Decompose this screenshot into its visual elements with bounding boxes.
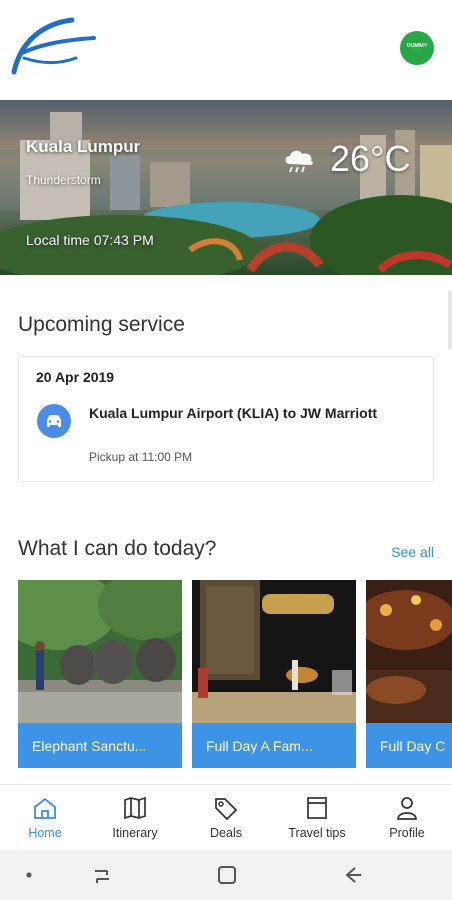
car-icon — [37, 404, 71, 438]
brand-logo — [11, 17, 96, 75]
system-navigation-bar — [0, 850, 452, 900]
upcoming-service-card[interactable]: 20 Apr 2019 Kuala Lumpur Airport (KLIA) … — [18, 356, 434, 482]
pickup-time: Pickup at 11:00 PM — [89, 450, 193, 464]
activity-card-fire-show[interactable]: Full Day A Fam... — [192, 580, 356, 768]
activity-label: Full Day C — [366, 723, 452, 768]
city-name: Kuala Lumpur — [26, 137, 141, 156]
activity-label: Full Day A Fam... — [192, 723, 356, 768]
dot-icon[interactable] — [16, 862, 42, 888]
scroll-indicator — [448, 290, 452, 350]
service-date: 20 Apr 2019 — [36, 369, 115, 385]
local-time: Local time 07:43 PM — [26, 232, 154, 248]
home-button-icon[interactable] — [214, 862, 240, 888]
tab-label: Home — [28, 826, 62, 840]
local-time-label: Local time — [26, 232, 90, 248]
activity-card-night-market[interactable]: Full Day C — [366, 580, 452, 768]
destination-hero[interactable]: Kuala Lumpur Thunderstorm Local time 07:4… — [0, 100, 452, 275]
app-badge[interactable]: DUMMY ····· — [400, 31, 434, 65]
user-icon — [397, 797, 417, 820]
home-icon — [34, 797, 56, 819]
tab-travel-tips[interactable]: Travel tips — [272, 785, 362, 851]
book-icon — [307, 797, 327, 819]
back-icon[interactable] — [340, 862, 366, 888]
tab-profile[interactable]: Profile — [362, 785, 452, 851]
thunderstorm-cloud-icon — [285, 150, 313, 173]
tab-label: Itinerary — [112, 826, 158, 840]
city-photo — [0, 100, 452, 275]
tag-icon — [215, 798, 238, 821]
activity-photo — [18, 580, 182, 723]
tab-label: Deals — [210, 826, 242, 840]
upcoming-service-title: Upcoming service — [18, 313, 185, 336]
activity-card-elephant[interactable]: Elephant Sanctu... — [18, 580, 182, 768]
activity-label: Elephant Sanctu... — [18, 723, 182, 768]
local-time-value: 07:43 PM — [93, 232, 154, 248]
activity-photo — [192, 580, 356, 723]
weather-condition: Thunderstorm — [26, 173, 101, 187]
tab-itinerary[interactable]: Itinerary — [90, 785, 180, 851]
activity-photo — [366, 580, 452, 723]
tab-deals[interactable]: Deals — [181, 785, 271, 851]
tab-home[interactable]: Home — [0, 785, 90, 851]
activities-title: What I can do today? — [18, 537, 217, 560]
temperature: 26°C — [330, 138, 411, 179]
recent-apps-icon[interactable] — [89, 862, 115, 888]
top-bar: DUMMY ····· — [0, 0, 452, 100]
tab-label: Profile — [389, 826, 425, 840]
see-all-link[interactable]: See all — [391, 544, 434, 560]
service-route: Kuala Lumpur Airport (KLIA) to JW Marrio… — [89, 405, 378, 421]
bottom-tab-bar: Home Itinerary Deals Travel tips Profile — [0, 784, 452, 850]
map-icon — [124, 796, 146, 820]
tab-label: Travel tips — [288, 826, 346, 840]
